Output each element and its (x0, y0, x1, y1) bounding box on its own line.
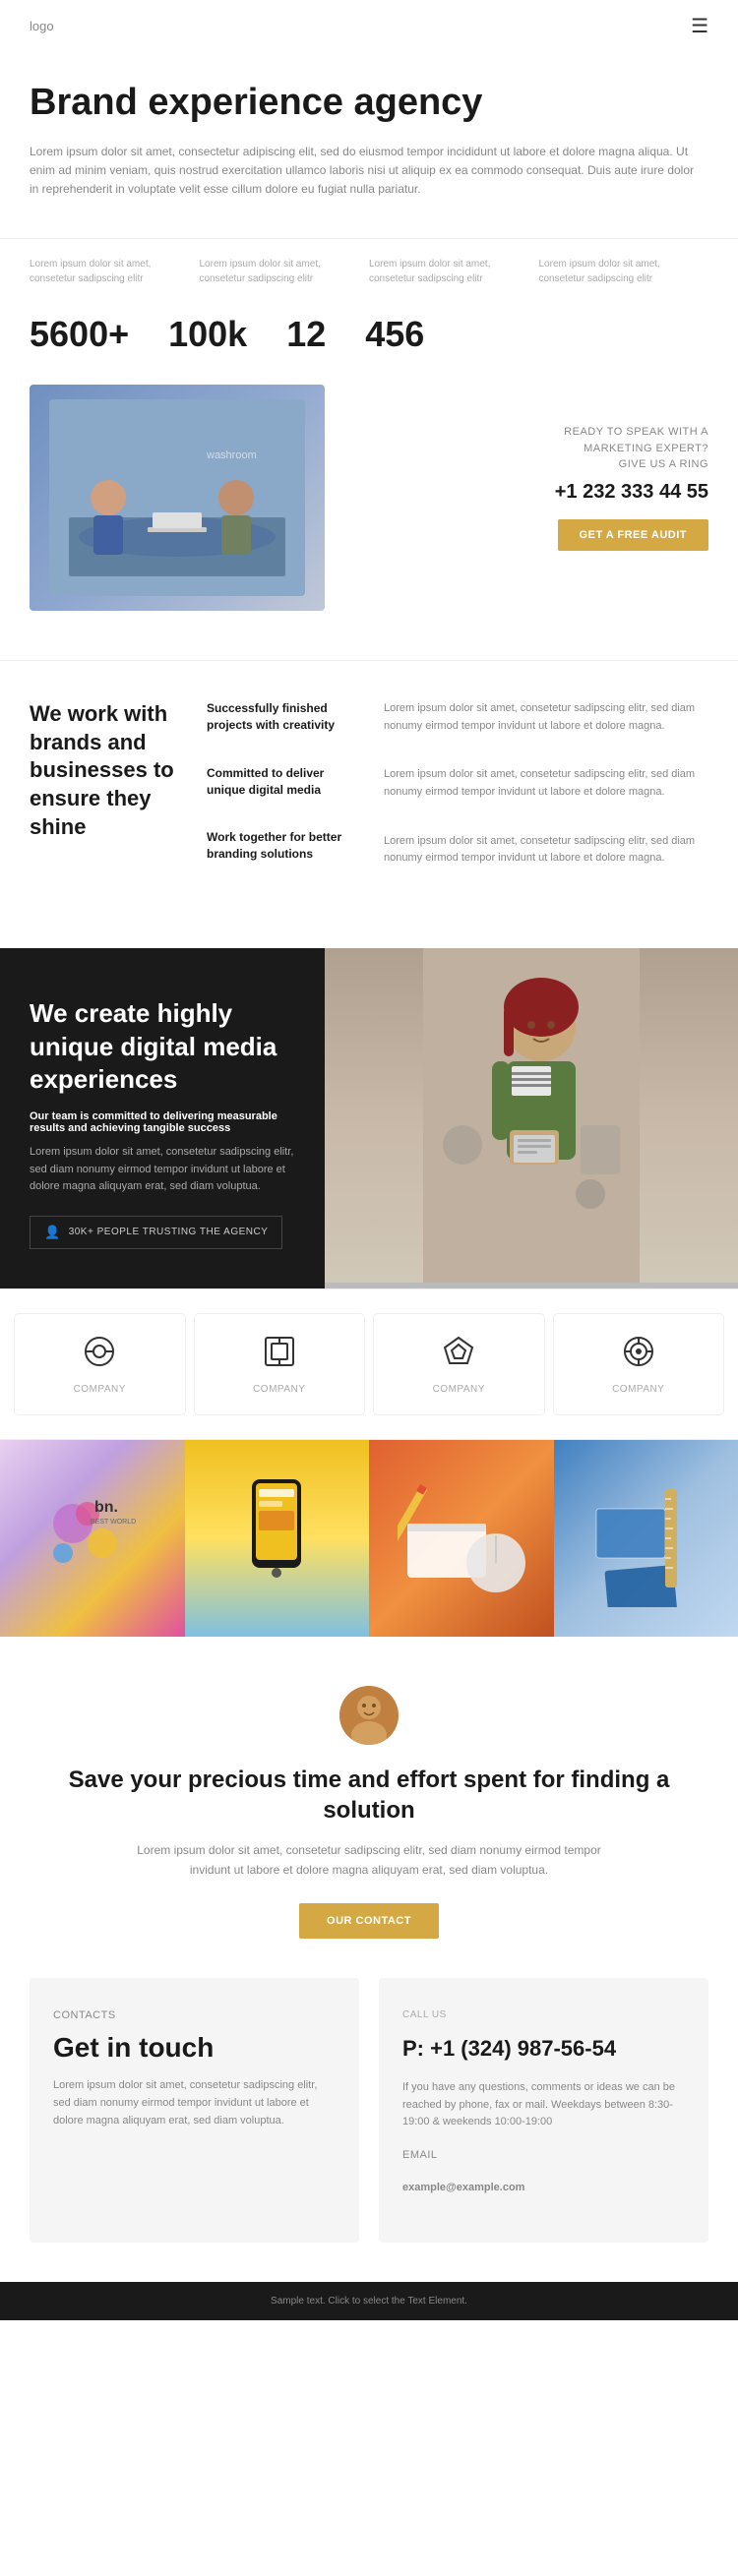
img-cta-left: washroom (30, 385, 325, 611)
stats-col-4: Lorem ipsum dolor sit amet, consetetur s… (539, 257, 709, 286)
trust-badge-label: 30K+ PEOPLE TRUSTING THE AGENCY (69, 1227, 269, 1237)
feature-1: Successfully finished projects with crea… (207, 700, 364, 734)
portfolio-art-2 (237, 1469, 316, 1607)
stats-cols: Lorem ipsum dolor sit amet, consetetur s… (0, 238, 738, 296)
portfolio-art-4 (586, 1469, 705, 1607)
digital-subtitle: Our team is committed to delivering meas… (30, 1110, 295, 1134)
header: logo ☰ (0, 0, 738, 52)
digital-heading: We create highly unique digital media ex… (30, 997, 295, 1097)
footer-text: Sample text. Click to select the Text El… (30, 2296, 708, 2306)
contact-section: CONTACTS Get in touch Lorem ipsum dolor … (0, 1978, 738, 2282)
call-desc: If you have any questions, comments or i… (402, 2079, 685, 2131)
work-brands-right: Lorem ipsum dolor sit amet, consetetur s… (384, 700, 708, 899)
svg-text:BEST WORLD: BEST WORLD (91, 1519, 136, 1526)
stats-col-3: Lorem ipsum dolor sit amet, consetetur s… (369, 257, 539, 286)
ready-text: READY TO SPEAK WITH A MARKETING EXPERT? … (354, 424, 708, 473)
company-logo-icon-4 (621, 1334, 656, 1376)
contacts-label: CONTACTS (53, 2007, 336, 2025)
person-avatar (339, 1686, 399, 1745)
portfolio-item-2 (185, 1440, 370, 1637)
portfolio-item-1: bn. BEST WORLD (0, 1440, 185, 1637)
logo: logo (30, 19, 54, 33)
call-phone: P: +1 (324) 987-56-54 (402, 2031, 685, 2066)
work-brands-mid: Successfully finished projects with crea… (187, 700, 384, 899)
stats-col-2: Lorem ipsum dolor sit amet, consetetur s… (200, 257, 370, 286)
logo-card-4: COMPANY (554, 1314, 724, 1414)
svg-text:washroom: washroom (206, 449, 257, 461)
img-cta-section: washroom READY TO SPEAK WITH A MARKETING… (0, 385, 738, 660)
trust-badge[interactable]: 👤 30K+ PEOPLE TRUSTING THE AGENCY (30, 1216, 282, 1249)
portfolio-grid: bn. BEST WORLD (0, 1440, 738, 1637)
logo-label-3: COMPANY (433, 1384, 485, 1395)
hero-description: Lorem ipsum dolor sit amet, consectetur … (30, 143, 699, 200)
handshake-image: washroom (30, 385, 325, 611)
feature-2-desc: Lorem ipsum dolor sit amet, consetetur s… (384, 766, 708, 801)
company-4-icon (621, 1334, 656, 1369)
feature-3-title: Work together for better branding soluti… (207, 829, 364, 863)
save-section: Save your precious time and effort spent… (0, 1637, 738, 1978)
feature-2-title: Committed to deliver unique digital medi… (207, 765, 364, 799)
company-3-icon (441, 1334, 476, 1369)
company-2-icon (262, 1334, 297, 1369)
stats-col-1: Lorem ipsum dolor sit amet, consetetur s… (30, 257, 200, 286)
img-cta-right: READY TO SPEAK WITH A MARKETING EXPERT? … (354, 385, 708, 551)
company-1-icon (82, 1334, 117, 1369)
feature-1-desc: Lorem ipsum dolor sit amet, consetetur s… (384, 700, 708, 735)
work-brands-heading: We work with brands and businesses to en… (30, 700, 187, 841)
company-logo-icon-3 (441, 1334, 476, 1376)
digital-section: We create highly unique digital media ex… (0, 948, 738, 1288)
work-brands-section: We work with brands and businesses to en… (0, 660, 738, 948)
cta-phone: +1 232 333 44 55 (354, 481, 708, 504)
logos-section: COMPANY COMPANY COMPANY (0, 1288, 738, 1440)
avatar (339, 1686, 399, 1745)
woman-illustration (423, 948, 640, 1283)
feature-3-desc: Lorem ipsum dolor sit amet, consetetur s… (384, 833, 708, 868)
svg-text:bn.: bn. (94, 1499, 118, 1516)
contacts-desc: Lorem ipsum dolor sit amet, consetetur s… (53, 2077, 336, 2129)
get-in-touch-card: CONTACTS Get in touch Lorem ipsum dolor … (30, 1978, 359, 2243)
call-us-card: CALL US P: +1 (324) 987-56-54 If you hav… (379, 1978, 708, 2243)
portfolio-art-3 (398, 1474, 525, 1602)
company-logo-icon-1 (82, 1334, 117, 1376)
save-desc: Lorem ipsum dolor sit amet, consetetur s… (123, 1841, 615, 1879)
meeting-illustration: washroom (49, 399, 305, 596)
logo-card-2: COMPANY (195, 1314, 365, 1414)
logo-label-4: COMPANY (612, 1384, 664, 1395)
logo-card-3: COMPANY (374, 1314, 544, 1414)
digital-right (325, 948, 738, 1288)
our-contact-button[interactable]: OUR CONTACT (299, 1903, 439, 1939)
menu-icon[interactable]: ☰ (691, 14, 708, 38)
email-label: EMAIL (402, 2147, 685, 2165)
portfolio-art-1: bn. BEST WORLD (43, 1494, 142, 1583)
big-num-4: 456 (365, 314, 424, 355)
logo-label-2: COMPANY (253, 1384, 305, 1395)
portfolio-item-4 (554, 1440, 738, 1637)
hero-title: Brand experience agency (30, 82, 708, 125)
big-num-3: 12 (286, 314, 326, 355)
contacts-heading: Get in touch (53, 2032, 336, 2064)
big-numbers: 5600+ 100k 12 456 (0, 296, 738, 385)
logo-label-1: COMPANY (74, 1384, 126, 1395)
call-label: CALL US (402, 2007, 685, 2023)
big-num-1: 5600+ (30, 314, 129, 355)
hero-section: Brand experience agency Lorem ipsum dolo… (0, 52, 738, 238)
free-audit-button[interactable]: GET A FREE AUDIT (558, 519, 708, 551)
big-num-2: 100k (168, 314, 247, 355)
digital-left: We create highly unique digital media ex… (0, 948, 325, 1288)
footer: Sample text. Click to select the Text El… (0, 2282, 738, 2320)
digital-desc: Lorem ipsum dolor sit amet, consetetur s… (30, 1144, 295, 1196)
woman-image (325, 948, 738, 1283)
feature-1-title: Successfully finished projects with crea… (207, 700, 364, 734)
save-heading: Save your precious time and effort spent… (30, 1765, 708, 1826)
person-icon: 👤 (44, 1225, 61, 1240)
company-logo-icon-2 (262, 1334, 297, 1376)
email-address[interactable]: example@example.com (402, 2180, 685, 2197)
portfolio-item-3 (369, 1440, 554, 1637)
feature-2: Committed to deliver unique digital medi… (207, 765, 364, 799)
feature-3: Work together for better branding soluti… (207, 829, 364, 863)
work-brands-left: We work with brands and businesses to en… (30, 700, 187, 899)
logo-card-1: COMPANY (15, 1314, 185, 1414)
